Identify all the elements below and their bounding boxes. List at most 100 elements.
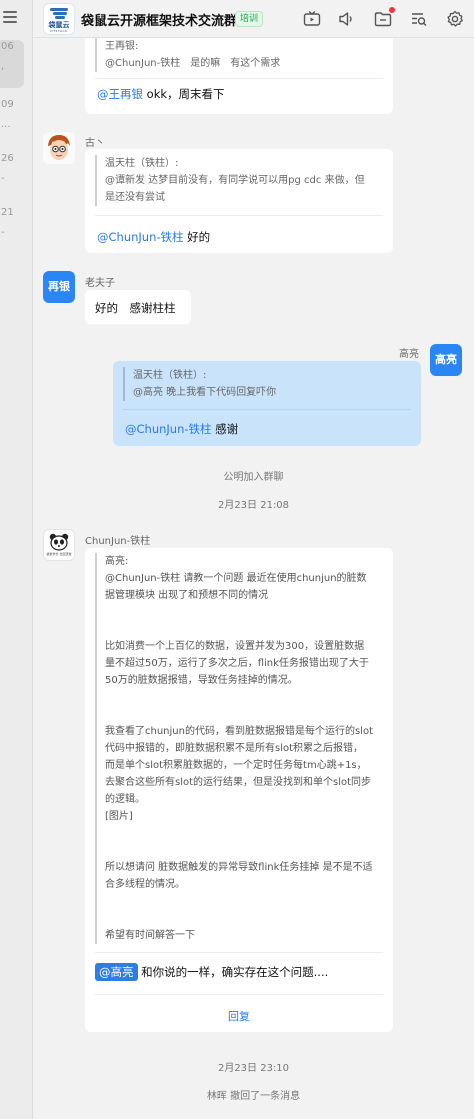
logo-subtext: DTSTACK — [50, 29, 68, 33]
message-body: okk，周末看下 — [143, 87, 225, 101]
chat-list-preview: - — [1, 227, 5, 238]
chat-list-time: 26 — [1, 153, 14, 164]
message-body: 和你说的一样，确实存在这个问题.... — [137, 965, 329, 979]
chat-header: 袋鼠云 DTSTACK 袋鼠云开源框架技术交流群 培训 — [33, 0, 474, 38]
quoted-text-line: 去聚合这些所有slot的运行结果，但是没找到和单个slot同步 — [105, 777, 372, 788]
message-text: @高亮 和你说的一样，确实存在这个问题.... — [95, 963, 329, 981]
message-list[interactable]: 王再银: @ChunJun-铁柱 是的嘛 有这个需求 @王再银 okk，周末看下… — [33, 38, 474, 1119]
quoted-text-line — [97, 825, 377, 842]
quoted-text: @ChunJun-铁柱 是的嘛 有这个需求 — [105, 58, 281, 69]
cartoon-avatar-icon — [43, 132, 75, 164]
quoted-text-line: @谭新发 达梦目前没有，有同学说可以用pg cdc 来做，但 — [105, 175, 365, 186]
message-bubble[interactable]: 高亮: @ChunJun-铁柱 请教一个问题 最近在使用chunjun的脏数 据… — [85, 548, 393, 1032]
quoted-text-line: 的逻辑。 — [105, 794, 145, 805]
quoted-text-line: 代码中报错的，即脏数据积累不是所有slot积累之后报错， — [105, 743, 364, 754]
settings-icon[interactable] — [445, 9, 465, 29]
chat-list-item[interactable]: 26 - — [0, 152, 24, 200]
message-bubble[interactable]: 好的 感谢柱柱 — [85, 290, 191, 324]
quote-divider — [95, 78, 383, 79]
quoted-image-placeholder[interactable]: [图片] — [97, 808, 377, 825]
sender-name[interactable]: 古丶 — [85, 134, 105, 149]
chat-list-item[interactable]: 09 ... — [0, 98, 24, 146]
quoted-sender: 温天柱（铁柱）: — [133, 370, 207, 381]
mention-link[interactable]: @王再银 — [97, 87, 143, 101]
quoted-sender: 王再银: — [105, 41, 139, 52]
quoted-text-line: 比如消费一个上百亿的数据，设置并发为300，设置脏数据 — [105, 641, 365, 652]
message-body: 感谢 — [211, 422, 239, 436]
menu-icon[interactable] — [3, 8, 17, 24]
quoted-text-line: 是还没有尝试 — [105, 192, 165, 203]
tv-icon[interactable] — [302, 9, 322, 29]
training-tag: 培训 — [235, 11, 264, 27]
chat-list-strip: 06 , 09 ... 26 - 21 - — [0, 0, 33, 1119]
chat-list-time: 21 — [1, 207, 14, 218]
quoted-message: 王再银: @ChunJun-铁柱 是的嘛 有这个需求 — [95, 38, 385, 72]
quote-divider — [123, 409, 411, 410]
system-notice: 公明加入群聊 — [223, 472, 284, 483]
quoted-text-line: 据管理模块 出现了和预想不同的情况 — [105, 590, 269, 601]
group-title: 袋鼠云开源框架技术交流群 — [81, 14, 238, 29]
quote-divider — [95, 952, 383, 953]
folder-icon[interactable] — [373, 7, 395, 29]
quoted-text-line: 合多线程的情况。 — [105, 879, 185, 890]
avatar[interactable]: 高亮 — [430, 344, 462, 376]
sender-name[interactable]: ChunJun-铁柱 — [85, 532, 150, 547]
speaker-icon[interactable] — [337, 9, 357, 29]
quoted-text-line: @ChunJun-铁柱 请教一个问题 最近在使用chunjun的脏数 — [105, 573, 367, 584]
message-text: @ChunJun-铁柱 感谢 — [125, 421, 238, 437]
quoted-message: 高亮: @ChunJun-铁柱 请教一个问题 最近在使用chunjun的脏数 据… — [95, 553, 377, 944]
reply-divider — [95, 994, 383, 995]
message-text: @ChunJun-铁柱 好的 — [97, 229, 210, 245]
sender-name[interactable]: 老夫子 — [85, 274, 115, 289]
message-body: 好的 — [183, 230, 211, 244]
quoted-text-line: 希望有时间解答一下 — [105, 930, 195, 941]
quoted-sender: 高亮: — [105, 556, 129, 567]
chat-list-preview: ... — [1, 119, 11, 130]
chat-list-item[interactable]: 21 - — [0, 206, 24, 254]
quoted-text: @高亮 晚上我看下代码回复吓你 — [133, 387, 277, 398]
timestamp: 2月23日 23:10 — [217, 1063, 290, 1074]
chat-list-preview: - — [1, 173, 5, 184]
quoted-text-line — [97, 689, 377, 706]
quote-divider — [95, 215, 383, 216]
avatar[interactable] — [43, 132, 75, 164]
quoted-text-line — [97, 893, 377, 910]
chat-list-item[interactable]: 06 , — [0, 40, 24, 88]
avatar[interactable]: 袋鼠学长 社区研发 — [43, 529, 75, 561]
message-text: @王再银 okk，周末看下 — [97, 86, 225, 102]
message-bubble-own[interactable]: 温天柱（铁柱）: @高亮 晚上我看下代码回复吓你 @ChunJun-铁柱 感谢 — [113, 361, 421, 446]
avatar[interactable]: 再银 — [43, 271, 75, 303]
system-notice: 林晖 撤回了一条消息 — [206, 1091, 301, 1102]
group-logo[interactable]: 袋鼠云 DTSTACK — [43, 3, 75, 35]
quoted-text-line: 量不超过50万，运行了多次之后，flink任务报错出现了大于 — [105, 658, 369, 669]
chat-list-preview: , — [1, 61, 5, 72]
quoted-text-line — [97, 621, 377, 638]
logo-text: 袋鼠云 — [48, 21, 70, 29]
search-list-icon[interactable] — [409, 9, 429, 29]
message-bubble[interactable]: 王再银: @ChunJun-铁柱 是的嘛 有这个需求 @王再银 okk，周末看下 — [85, 38, 393, 114]
timestamp: 2月23日 21:08 — [217, 500, 290, 511]
chat-list-time: 09 — [1, 99, 14, 110]
quoted-sender: 温天柱（铁柱）: — [105, 158, 179, 169]
message-bubble[interactable]: 温天柱（铁柱）: @谭新发 达梦目前没有，有同学说可以用pg cdc 来做，但 … — [85, 149, 393, 253]
panda-avatar-icon — [49, 533, 69, 551]
mention-link[interactable]: @ChunJun-铁柱 — [125, 422, 212, 436]
kangaroo-logo-icon — [50, 7, 70, 21]
message-text: 好的 感谢柱柱 — [95, 301, 176, 315]
chat-list-time: 06 — [1, 41, 14, 52]
unread-dot — [389, 7, 395, 13]
quoted-text-line — [97, 604, 377, 621]
quoted-message: 温天柱（铁柱）: @高亮 晚上我看下代码回复吓你 — [123, 367, 413, 401]
sender-name[interactable]: 高亮 — [399, 345, 419, 360]
quoted-text-line — [97, 842, 377, 859]
quoted-text-line: 所以想请问 脏数据触发的异常导致flink任务挂掉 是不是不适 — [105, 862, 373, 873]
quoted-text-line: 50万的脏数据报错，导致任务挂掉的情况。 — [105, 675, 298, 686]
mention-link[interactable]: @高亮 — [95, 963, 138, 981]
quoted-text-line — [97, 706, 377, 723]
quoted-message: 温天柱（铁柱）: @谭新发 达梦目前没有，有同学说可以用pg cdc 来做，但 … — [95, 155, 385, 206]
mention-link[interactable]: @ChunJun-铁柱 — [97, 230, 184, 244]
quoted-text-line: 而是单个slot积累脏数据的，一个定时任务每tm心跳+1s， — [105, 760, 367, 771]
quoted-text-line: 我查看了chunjun的代码，看到脏数据报错是每个运行的slot — [105, 726, 373, 737]
avatar-caption: 袋鼠学长 社区研发 — [46, 552, 72, 556]
reply-button[interactable]: 回复 — [85, 1008, 393, 1024]
